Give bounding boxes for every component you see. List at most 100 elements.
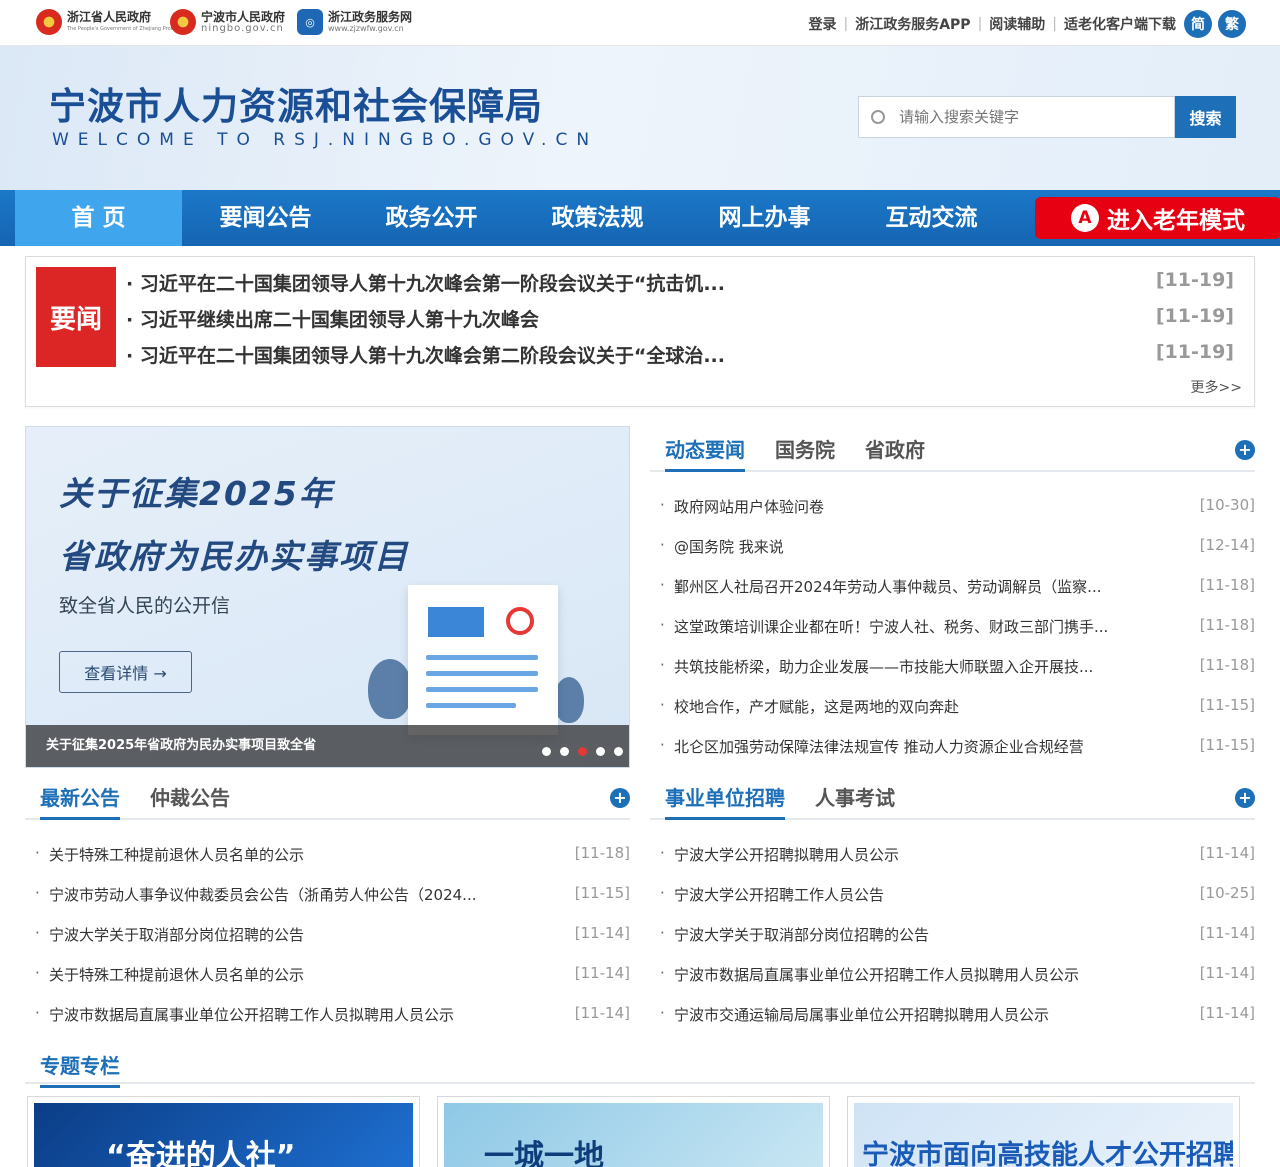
app-link[interactable]: 浙江政务服务APP [855, 14, 970, 34]
list-item-title: 鄞州区人社局召开2024年劳动人事仲裁员、劳动调解员（监察... [674, 578, 1102, 596]
nav-government-affairs[interactable]: 政务公开 [348, 190, 515, 246]
tab-personnel-exam[interactable]: 人事考试 [815, 782, 895, 817]
logo-subtext: ningbo.gov.cn [201, 23, 284, 34]
banner-title-line2: 省政府为民办实事项目 [59, 537, 409, 576]
search-input[interactable] [899, 108, 1149, 126]
zjzwfw-icon: ◎ [297, 9, 323, 35]
tab-public-institution-recruitment[interactable]: 事业单位招聘 [665, 782, 785, 820]
list-item[interactable]: · 宁波大学公开招聘拟聘用人员公示 [11-14] [650, 844, 1255, 868]
top-bar: ★ 浙江省人民政府 The People's Government of Zhej… [0, 0, 1280, 46]
notice-more-plus-icon[interactable]: + [610, 788, 630, 808]
list-item-date: [11-14] [574, 964, 630, 982]
list-item[interactable]: · 鄞州区人社局召开2024年劳动人事仲裁员、劳动调解员（监察... [11-18] [650, 576, 1255, 600]
list-item[interactable]: · 宁波大学关于取消部分岗位招聘的公告 [11-14] [25, 924, 630, 948]
list-item[interactable]: · @国务院 我来说 [12-14] [650, 536, 1255, 560]
login-link[interactable]: 登录 [808, 14, 836, 34]
elder-mode-button[interactable]: A 进入老年模式 [1035, 197, 1280, 239]
simplified-chinese-button[interactable]: 简 [1184, 10, 1212, 38]
notice-tabs: 最新公告 仲裁公告 + [25, 780, 630, 820]
recruit-more-plus-icon[interactable]: + [1235, 788, 1255, 808]
headlines-more-link[interactable]: 更多>> [1191, 377, 1242, 397]
carousel-dot-active[interactable] [578, 747, 587, 756]
special-topic-card[interactable]: 一城一地 [437, 1096, 830, 1167]
list-item[interactable]: · 校地合作，产才赋能，这是两地的双向奔赴 [11-15] [650, 696, 1255, 720]
special-topic-title: “奋进的人社” [106, 1139, 296, 1167]
nav-news-notices[interactable]: 要闻公告 [182, 190, 349, 246]
headline-date: [11-19] [1155, 341, 1234, 363]
tab-latest-notices[interactable]: 最新公告 [40, 782, 120, 820]
carousel-dot[interactable] [542, 747, 551, 756]
list-item[interactable]: · 共筑技能桥梁，助力企业发展——市技能大师联盟入企开展技... [11-18] [650, 656, 1255, 680]
reading-aid-link[interactable]: 阅读辅助 [989, 14, 1045, 34]
traditional-chinese-button[interactable]: 繁 [1218, 10, 1246, 38]
nav-home[interactable]: 首 页 [15, 190, 182, 246]
nav-policies[interactable]: 政策法规 [514, 190, 681, 246]
zhejiang-gov-logo[interactable]: ★ 浙江省人民政府 The People's Government of Zhej… [36, 9, 184, 35]
site-subtitle: WELCOME TO RSJ.NINGBO.GOV.CN [52, 130, 599, 150]
ningbo-gov-logo[interactable]: ★ 宁波市人民政府 ningbo.gov.cn [170, 9, 285, 35]
special-topic-title: 宁波市面向高技能人才公开招聘 [862, 1140, 1233, 1167]
banner-carousel[interactable]: 关于征集2025年 省政府为民办实事项目 致全省人民的公开信 查看详情 → 关于… [25, 426, 630, 768]
elder-mode-label: 进入老年模式 [1107, 208, 1245, 234]
list-item[interactable]: · 宁波大学关于取消部分岗位招聘的公告 [11-14] [650, 924, 1255, 948]
tab-arbitration-notices[interactable]: 仲裁公告 [150, 782, 230, 817]
tab-state-council[interactable]: 国务院 [775, 434, 835, 469]
recruit-tabs: 事业单位招聘 人事考试 + [650, 780, 1255, 820]
news-more-plus-icon[interactable]: + [1235, 440, 1255, 460]
headline-item[interactable]: · 习近平在二十国集团领导人第十九次峰会第一阶段会议关于“抗击饥... [126, 269, 725, 296]
banner-title-line1: 关于征集2025年 [59, 474, 334, 513]
special-topic-card[interactable]: “奋进的人社” [27, 1096, 420, 1167]
list-item[interactable]: · 宁波市数据局直属事业单位公开招聘工作人员拟聘用人员公示 [11-14] [650, 964, 1255, 988]
special-topic-card[interactable]: 宁波市面向高技能人才公开招聘 [847, 1096, 1240, 1167]
list-item[interactable]: · 关于特殊工种提前退休人员名单的公示 [11-14] [25, 964, 630, 988]
list-item-date: [11-15] [1199, 736, 1255, 754]
list-item-date: [11-14] [1199, 844, 1255, 862]
search-button[interactable]: 搜索 [1175, 96, 1236, 138]
list-item-title: 宁波市数据局直属事业单位公开招聘工作人员拟聘用人员公示 [49, 1006, 455, 1024]
zjzwfw-logo[interactable]: ◎ 浙江政务服务网 www.zjzwfw.gov.cn [297, 9, 412, 35]
carousel-dot[interactable] [596, 747, 605, 756]
headline-date: [11-19] [1155, 269, 1234, 291]
nav-interaction[interactable]: 互动交流 [848, 190, 1015, 246]
recruitment-panel: 事业单位招聘 人事考试 + · 宁波大学公开招聘拟聘用人员公示 [11-14] · 宁… [650, 780, 1255, 1025]
national-emblem-icon: ★ [170, 9, 196, 35]
list-item[interactable]: · 宁波大学公开招聘工作人员公告 [10-25] [650, 884, 1255, 908]
list-item-title: 宁波大学关于取消部分岗位招聘的公告 [49, 926, 305, 944]
banner-details-button[interactable]: 查看详情 → [59, 651, 192, 693]
list-item[interactable]: · 宁波市交通运输局局属事业单位公开招聘拟聘用人员公示 [11-14] [650, 1004, 1255, 1028]
headline-item[interactable]: · 习近平继续出席二十国集团领导人第十九次峰会 [126, 305, 539, 332]
carousel-dot[interactable] [614, 747, 623, 756]
list-item-title: 宁波市数据局直属事业单位公开招聘工作人员拟聘用人员公示 [674, 966, 1080, 984]
list-item[interactable]: · 宁波市劳动人事争议仲裁委员会公告（浙甬劳人仲公告（2024... [11-15] [25, 884, 630, 908]
dynamic-news-panel: 动态要闻 国务院 省政府 + · 政府网站用户体验问卷 [10-30] · @国务院 … [650, 432, 1255, 762]
list-item-title: 北仑区加强劳动保障法律法规宣传 推动人力资源企业合规经营 [674, 738, 1084, 756]
tab-dynamic-news[interactable]: 动态要闻 [665, 434, 745, 472]
nav-online-services[interactable]: 网上办事 [681, 190, 848, 246]
headline-item[interactable]: · 习近平在二十国集团领导人第十九次峰会第二阶段会议关于“全球治... [126, 341, 725, 368]
special-topics-header: 专题专栏 [25, 1042, 1255, 1088]
list-item-title: 宁波大学关于取消部分岗位招聘的公告 [674, 926, 930, 944]
elder-client-download-link[interactable]: 适老化客户端下载 [1064, 14, 1176, 34]
list-item-date: [11-14] [574, 924, 630, 942]
list-item-date: [11-14] [1199, 924, 1255, 942]
carousel-dot[interactable] [560, 747, 569, 756]
banner-caption: 关于征集2025年省政府为民办实事项目致全省 [26, 725, 629, 767]
list-item[interactable]: · 关于特殊工种提前退休人员名单的公示 [11-18] [25, 844, 630, 868]
list-item[interactable]: · 宁波市数据局直属事业单位公开招聘工作人员拟聘用人员公示 [11-14] [25, 1004, 630, 1028]
site-title[interactable]: 宁波市人力资源和社会保障局 [49, 76, 543, 130]
national-emblem-icon: ★ [36, 9, 62, 35]
headline-date: [11-19] [1155, 305, 1234, 327]
list-item[interactable]: · 政府网站用户体验问卷 [10-30] [650, 496, 1255, 520]
list-item-date: [11-18] [1199, 656, 1255, 674]
site-header: 宁波市人力资源和社会保障局 WELCOME TO RSJ.NINGBO.GOV.… [0, 46, 1280, 190]
carousel-dots [542, 747, 623, 756]
news-tabs: 动态要闻 国务院 省政府 + [650, 432, 1255, 472]
headline-tag: 要闻 [36, 267, 116, 367]
list-item-title: 校地合作，产才赋能，这是两地的双向奔赴 [674, 698, 960, 716]
top-links: 登录 | 浙江政务服务APP | 阅读辅助 | 适老化客户端下载 简 繁 [808, 10, 1246, 38]
list-item-date: [11-14] [1199, 964, 1255, 982]
search-box [858, 96, 1175, 138]
tab-provincial-gov[interactable]: 省政府 [865, 434, 925, 469]
list-item[interactable]: · 北仑区加强劳动保障法律法规宣传 推动人力资源企业合规经营 [11-15] [650, 736, 1255, 760]
list-item[interactable]: · 这堂政策培训课企业都在听！宁波人社、税务、财政三部门携手... [11-18] [650, 616, 1255, 640]
